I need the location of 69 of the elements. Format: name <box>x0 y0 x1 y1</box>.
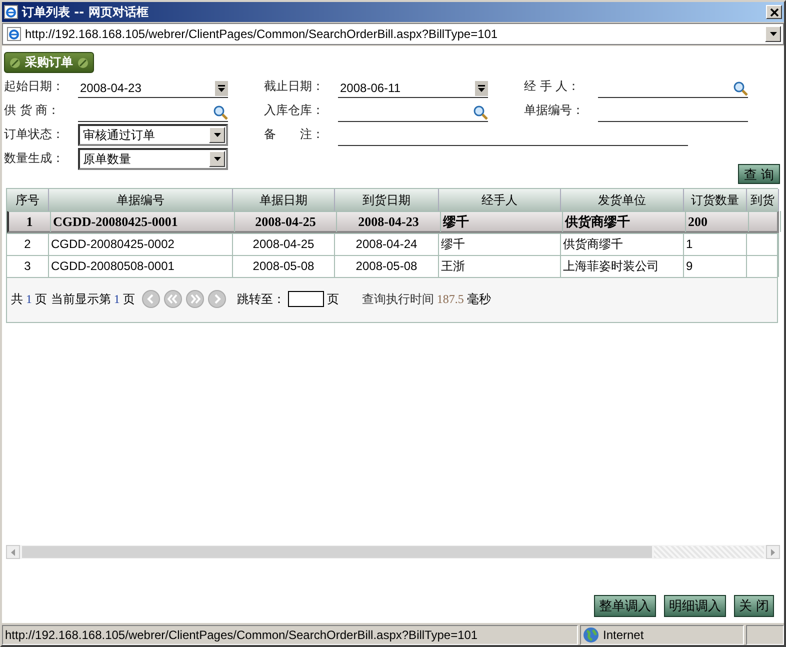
table-cell: 2008-04-23 <box>337 211 441 232</box>
current-page: 1 <box>114 292 120 306</box>
query-time-unit: 毫秒 <box>466 290 491 308</box>
field-label: 订单状态： <box>4 126 65 143</box>
address-url: http://192.168.168.105/webrer/ClientPages/Common/SearchOrderBill.aspx?BillType=101 <box>25 27 499 41</box>
pager-text: 页 当前显示第 <box>35 290 111 308</box>
status-panel <box>746 625 784 645</box>
globe-icon <box>583 627 599 643</box>
status-zone: Internet <box>580 625 744 645</box>
field-label: 供 货 商： <box>4 102 61 119</box>
search-icon[interactable] <box>473 104 488 120</box>
action-button[interactable]: 整单调入 <box>594 595 656 617</box>
search-icon[interactable] <box>213 104 228 120</box>
table-row[interactable]: 2 CGDD-20080425-0002 2008-04-25 2008-04-24 缪千 供货商缪千 1 <box>7 233 779 255</box>
table-cell: 2008-04-25 <box>233 234 335 255</box>
table-row[interactable]: 1 CGDD-20080425-0001 2008-04-25 2008-04-23 缪千 供货商缪千 200 <box>7 211 779 233</box>
table-cell: 1 <box>684 234 747 255</box>
close-button[interactable] <box>766 5 782 19</box>
table-cell: 缪千 <box>441 211 563 232</box>
field-label: 数量生成： <box>4 150 65 167</box>
table-cell: 供货商缪千 <box>563 211 686 232</box>
table-cell: 2008-04-25 <box>235 211 337 232</box>
table-cell: 2 <box>7 234 49 255</box>
field-label: 经 手 人： <box>524 78 581 95</box>
pager-text: 共 <box>11 290 23 308</box>
input-field[interactable]: 2008-06-11 <box>338 79 488 98</box>
close-icon <box>770 8 778 16</box>
page-icon <box>7 27 21 41</box>
window-title: 订单列表 -- 网页对话框 <box>22 4 150 20</box>
dropdown-icon[interactable] <box>215 80 228 96</box>
input-field[interactable] <box>78 103 228 122</box>
address-dropdown-button[interactable] <box>765 26 781 42</box>
table-cell: CGDD-20080425-0001 <box>51 211 235 232</box>
jump-label: 跳转至： <box>236 290 285 308</box>
query-time-label: 查询执行时间 <box>362 290 434 308</box>
field-label: 起始日期： <box>4 78 65 95</box>
field-label: 备 注： <box>264 126 325 143</box>
page-count: 1 <box>26 292 32 306</box>
leaf-icon <box>9 56 21 68</box>
status-url: http://192.168.168.105/webrer/ClientPages/Common/SearchOrderBill.aspx?BillType=101 <box>2 625 578 645</box>
pager-text: 页 <box>326 290 339 308</box>
section-title: 采购订单 <box>25 54 73 71</box>
leaf-icon <box>77 56 89 68</box>
table-cell: 供货商缪千 <box>561 234 684 255</box>
query-time-value: 187.5 <box>436 292 464 306</box>
input-field[interactable] <box>338 103 488 122</box>
dropdown-icon[interactable] <box>475 80 488 96</box>
browser-logo-icon <box>4 5 18 19</box>
table-cell: CGDD-20080425-0002 <box>49 234 233 255</box>
action-button[interactable]: 明细调入 <box>664 595 726 617</box>
query-button[interactable]: 查 询 <box>738 164 780 184</box>
field-label: 单据编号： <box>524 102 585 119</box>
table-cell: 200 <box>686 211 749 232</box>
dropdown-field[interactable]: 审核通过订单 <box>78 124 228 146</box>
input-field[interactable] <box>598 79 748 98</box>
caret-icon <box>770 32 776 36</box>
caret-icon <box>214 157 220 161</box>
table-cell: 1 <box>9 211 51 232</box>
caret-icon <box>214 133 220 137</box>
search-icon[interactable] <box>733 80 748 96</box>
dropdown-field[interactable]: 原单数量 <box>78 148 228 170</box>
input-field[interactable]: 2008-04-23 <box>78 79 228 98</box>
action-button[interactable]: 关 闭 <box>734 595 774 617</box>
field-label: 截止日期： <box>264 78 325 95</box>
table-cell: 2008-04-24 <box>335 234 439 255</box>
field-label: 入库仓库： <box>264 102 325 119</box>
pager-text: 页 <box>122 290 135 308</box>
page-input-field[interactable] <box>288 291 324 307</box>
table-cell: 缪千 <box>439 234 561 255</box>
